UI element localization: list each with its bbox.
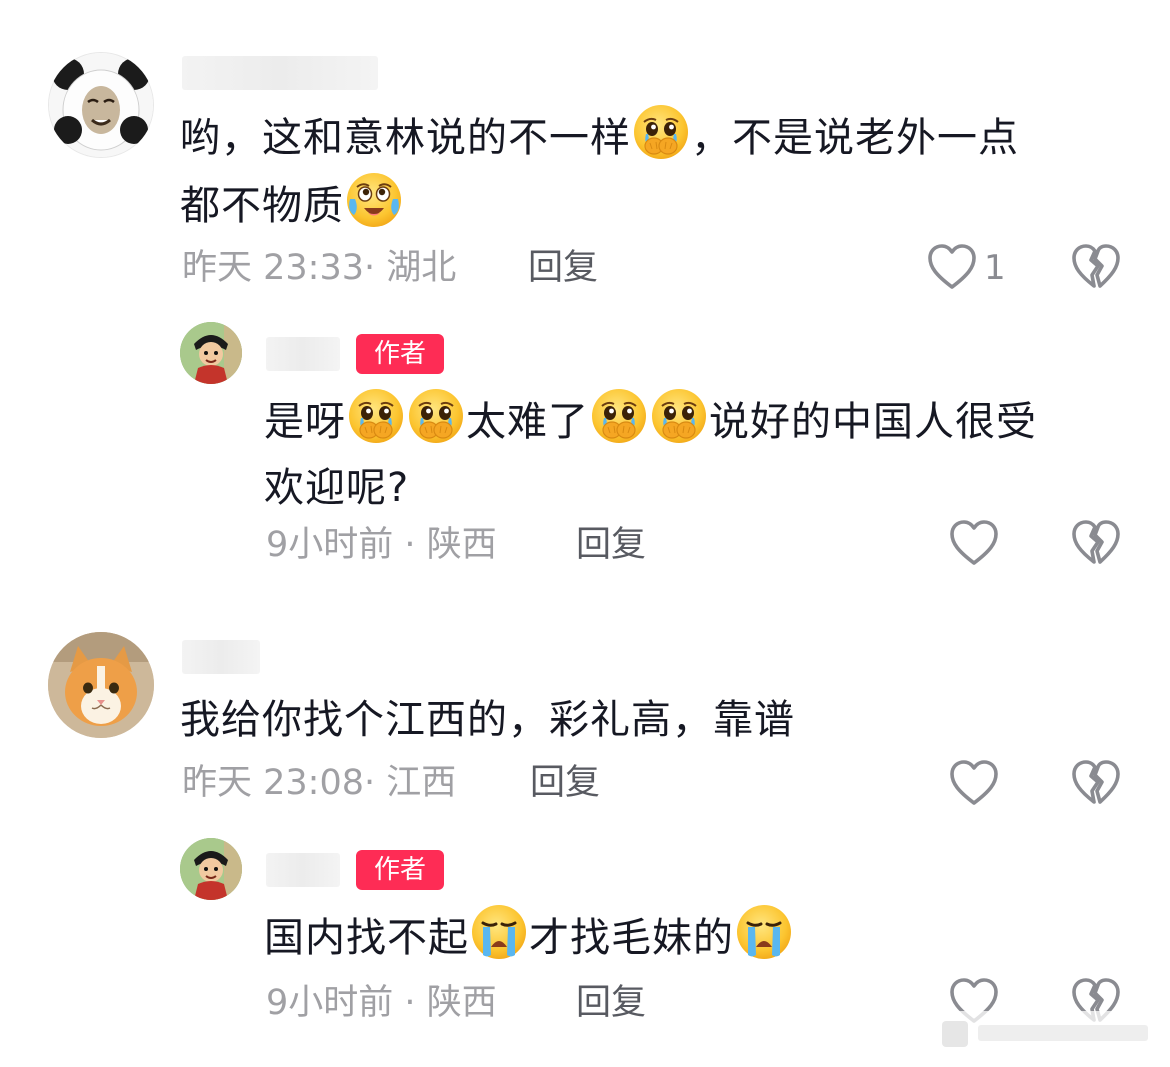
username-redacted[interactable] [182,640,260,674]
comment-location: 湖北 [386,248,457,288]
teary-cover-mouth-emoji [347,387,405,445]
cartoon-avatar-icon [180,838,242,900]
comment-text-line2: 都不物质 [180,171,404,241]
reply-location: 陕西 [426,525,497,565]
avatar[interactable] [48,632,154,738]
like-count: 1 [984,248,1006,288]
reply-button[interactable]: 回复 [528,248,598,288]
comment-text: 我给你找个江西的，彩礼高，靠谱 [180,697,795,743]
teary-cover-mouth-emoji [407,387,465,445]
author-username-redacted[interactable] [266,853,340,887]
reply-location: 陕西 [426,983,497,1023]
heart-outline-icon[interactable] [948,518,1000,570]
username-redacted[interactable] [182,56,378,90]
comment-time: 昨天 23:08 [182,763,364,803]
cartoon-avatar-icon [180,322,242,384]
heart-outline-icon[interactable] [948,758,1000,810]
comment-text: 哟，这和意林说的不一样 ，不是说老外一点 [180,103,1019,173]
broken-heart-icon[interactable] [1070,518,1122,570]
cat-avatar-icon [48,632,154,738]
author-avatar[interactable] [180,838,242,900]
comment-meta: 昨天 23:08· 江西 [182,763,457,803]
teary-cover-mouth-emoji [632,103,690,161]
reply-meta: 9小时前 · 陕西 [266,525,497,565]
reply-text-line2: 欢迎呢? [264,465,410,511]
reply-time: 9小时前 [266,983,394,1023]
author-badge: 作者 [356,334,444,374]
comment-meta: 昨天 23:33· 湖北 [182,248,457,288]
author-username-redacted[interactable] [266,337,340,371]
reply-meta: 9小时前 · 陕西 [266,983,497,1023]
laugh-cry-emoji [345,171,403,229]
teary-cover-mouth-emoji [650,387,708,445]
teary-cover-mouth-emoji [590,387,648,445]
panda-meme-avatar-icon [49,53,153,157]
avatar[interactable] [48,52,154,158]
loudly-crying-emoji [735,903,793,961]
reply-button[interactable]: 回复 [576,525,646,565]
heart-outline-icon[interactable] [926,242,978,294]
author-avatar[interactable] [180,322,242,384]
comment-location: 江西 [386,763,457,803]
author-badge: 作者 [356,850,444,890]
watermark [932,1005,1162,1061]
broken-heart-icon[interactable] [1070,758,1122,810]
reply-time: 9小时前 [266,525,394,565]
watermark-logo-icon [932,1011,1162,1057]
reply-text: 国内找不起 才找毛妹的 [264,903,794,973]
reply-button[interactable]: 回复 [530,763,600,803]
broken-heart-icon[interactable] [1070,242,1122,294]
reply-button[interactable]: 回复 [576,983,646,1023]
reply-text: 是呀 太难了 说好的中国人很受 [264,387,1037,457]
loudly-crying-emoji [470,903,528,961]
comment-time: 昨天 23:33 [182,248,364,288]
